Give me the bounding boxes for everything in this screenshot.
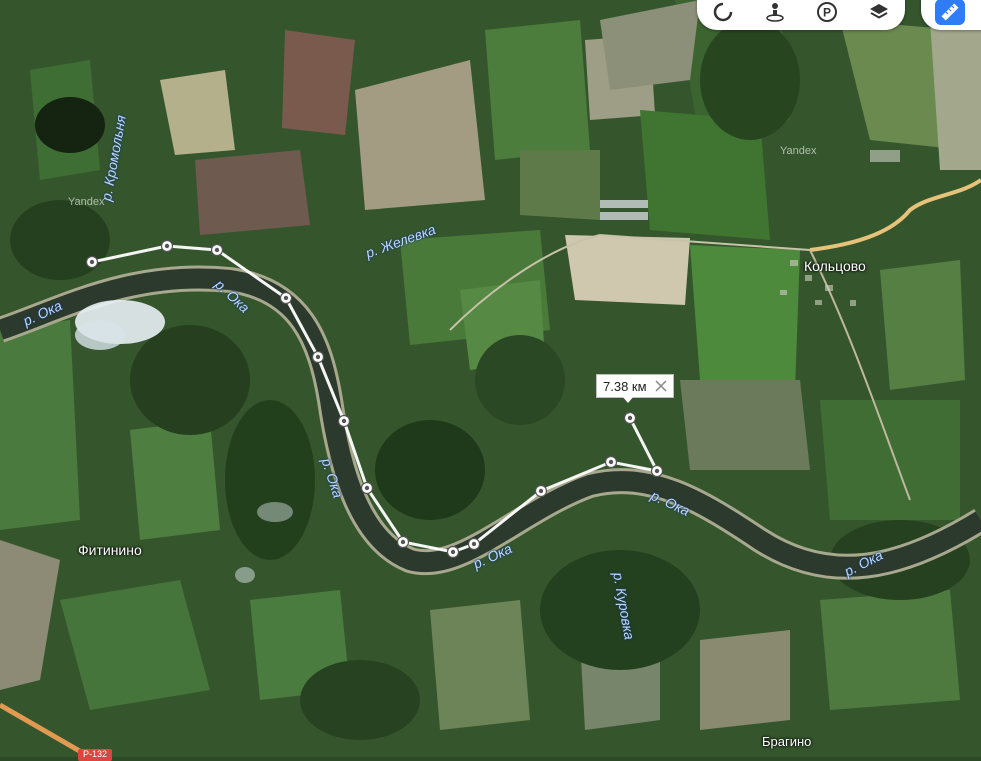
field	[820, 590, 960, 710]
field	[700, 630, 790, 730]
field	[520, 150, 600, 220]
field	[282, 30, 355, 135]
parking-icon: P	[817, 2, 837, 22]
measure-point-dot	[627, 415, 633, 421]
field	[690, 245, 800, 390]
town-label-koltsovo: Кольцово	[804, 258, 866, 274]
satellite-map[interactable]	[0, 0, 981, 757]
ruler-icon-chip	[935, 0, 965, 25]
map-watermark: Yandex	[68, 196, 105, 208]
measure-point-dot	[364, 485, 370, 491]
field	[130, 420, 220, 540]
field	[430, 600, 530, 730]
measure-point-dot	[538, 488, 544, 494]
field	[485, 20, 590, 160]
parking-button[interactable]: P	[807, 0, 847, 27]
forest	[10, 200, 110, 280]
measure-point-dot	[214, 247, 220, 253]
field	[680, 380, 810, 470]
traffic-icon	[713, 2, 733, 22]
traffic-button[interactable]	[703, 0, 743, 27]
map-layers-toolbar: P	[697, 0, 905, 30]
close-icon[interactable]	[653, 378, 669, 394]
panorama-button[interactable]	[755, 0, 795, 27]
layers-icon	[870, 4, 888, 19]
forest	[300, 660, 420, 740]
forest	[130, 325, 250, 435]
measure-point-dot	[471, 541, 477, 547]
measure-point-dot	[341, 418, 347, 424]
town-label-bragino: Брагино	[762, 734, 812, 749]
field	[195, 150, 310, 235]
field	[880, 260, 965, 390]
field	[0, 320, 80, 530]
ruler-icon	[941, 3, 959, 21]
measure-point-dot	[164, 243, 170, 249]
panorama-icon	[766, 3, 784, 22]
distance-value: 7.38 км	[603, 378, 647, 394]
measure-point-dot	[283, 295, 289, 301]
forest	[475, 335, 565, 425]
ruler-tool-button[interactable]	[921, 0, 981, 30]
measure-distance-label: 7.38 км	[596, 374, 674, 398]
layers-button[interactable]	[859, 0, 899, 27]
measure-point-dot	[450, 549, 456, 555]
field	[565, 235, 690, 305]
measure-point-dot	[89, 259, 95, 265]
measure-point-dot	[400, 539, 406, 545]
forest	[225, 400, 315, 560]
map-watermark: Yandex	[780, 145, 817, 157]
forest	[375, 420, 485, 520]
road-number-sign: Р-132	[78, 749, 112, 761]
cloud	[235, 567, 255, 583]
town-label-fitinino: Фитинино	[78, 542, 142, 558]
cloud	[257, 502, 293, 522]
cloud	[75, 320, 125, 350]
measure-point-dot	[654, 468, 660, 474]
measure-point-dot	[315, 354, 321, 360]
cloud-shadow	[35, 97, 105, 153]
field	[820, 400, 960, 520]
measure-point-dot	[608, 459, 614, 465]
svg-text:P: P	[823, 6, 831, 20]
forest	[700, 20, 800, 140]
distance-label-pointer	[622, 396, 634, 403]
